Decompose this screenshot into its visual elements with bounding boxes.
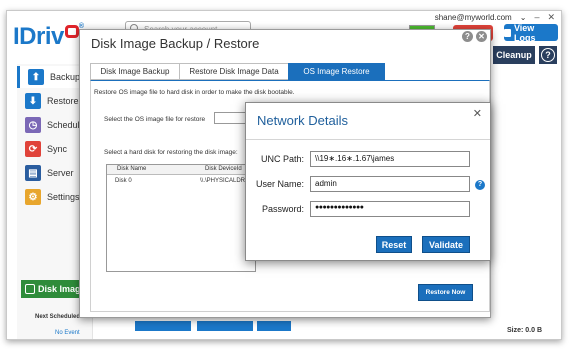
minimize-button[interactable]: – xyxy=(534,12,539,22)
no-event-link[interactable]: No Event xyxy=(55,330,80,336)
network-dialog-title: Network Details xyxy=(257,113,349,128)
account-email[interactable]: shane@myworld.com xyxy=(435,13,512,22)
idrive-logo: IDriv ® xyxy=(13,23,84,50)
disk-image-icon xyxy=(25,284,35,294)
lock-logo-icon xyxy=(64,25,79,38)
help-button[interactable]: ? xyxy=(539,46,557,64)
user-name-help-icon[interactable]: ? xyxy=(475,180,485,190)
disk-name-cell: Disk 0 xyxy=(115,178,132,184)
divider xyxy=(246,139,490,140)
user-name-label: User Name: xyxy=(255,179,304,189)
sidebar-item-label: Backup xyxy=(50,72,81,82)
network-dialog-close-icon[interactable]: ✕ xyxy=(473,107,482,120)
sidebar-item-label: Restore xyxy=(47,96,79,106)
password-label: Password: xyxy=(261,204,304,214)
cleanup-button[interactable]: Cleanup xyxy=(493,46,535,64)
document-icon xyxy=(504,28,511,37)
network-details-dialog: Network Details ✕ UNC Path: \\19∗.16∗.1.… xyxy=(245,102,491,261)
backup-icon: ⬆ xyxy=(28,69,44,85)
select-disk-label: Select a hard disk for restoring the dis… xyxy=(104,149,238,156)
restore-icon: ⬇ xyxy=(25,93,41,109)
os-restore-description: Restore OS image file to hard disk in or… xyxy=(94,89,295,96)
select-file-label: Select the OS image file for restore xyxy=(104,116,206,123)
tab-restore-disk-image-data[interactable]: Restore Disk Image Data xyxy=(179,63,289,80)
column-disk-name: Disk Name xyxy=(117,166,147,172)
table-row[interactable]: Disk 0 \\.\PHYSICALDRIV xyxy=(107,177,255,187)
dialog-close-button[interactable]: ✕ xyxy=(476,31,487,42)
unc-path-label: UNC Path: xyxy=(260,154,304,164)
help-icon: ? xyxy=(541,48,555,62)
tab-os-image-restore[interactable]: OS Image Restore xyxy=(288,63,385,80)
column-disk-deviceid: Disk DeviceId xyxy=(205,166,242,172)
sidebar-item-label: Sync xyxy=(47,144,68,154)
sync-icon: ⟳ xyxy=(25,141,41,157)
user-name-field[interactable]: admin xyxy=(310,176,470,192)
sidebar-item-label: Server xyxy=(47,168,74,178)
tab-disk-image-backup[interactable]: Disk Image Backup xyxy=(90,63,180,80)
password-field[interactable]: ●●●●●●●●●●●●● xyxy=(310,201,470,217)
size-label: Size: 0.0 B xyxy=(507,327,543,334)
disk-table: Disk Name Disk DeviceId Disk 0 \\.\PHYSI… xyxy=(106,164,256,272)
dialog-help-button[interactable]: ? xyxy=(462,31,473,42)
settings-icon: ⚙ xyxy=(25,189,41,205)
restore-now-button[interactable]: Restore Now xyxy=(418,284,473,301)
reset-button[interactable]: Reset xyxy=(376,236,412,253)
table-header: Disk Name Disk DeviceId xyxy=(107,165,255,175)
bottom-buttons-strip xyxy=(135,321,435,331)
view-logs-button[interactable]: View Logs xyxy=(504,23,558,43)
account-chevron-icon[interactable]: ⌄ xyxy=(520,13,527,22)
unc-path-field[interactable]: \\19∗.16∗.1.67\james xyxy=(310,151,470,167)
server-icon: ▤ xyxy=(25,165,41,181)
sidebar-item-label: Settings xyxy=(47,192,80,202)
tab-bar: Disk Image Backup Restore Disk Image Dat… xyxy=(90,63,385,80)
close-window-button[interactable]: ✕ xyxy=(547,12,555,23)
schedule-icon: ◷ xyxy=(25,117,41,133)
dialog-title: Disk Image Backup / Restore xyxy=(91,36,260,51)
title-strip: shane@myworld.com ⌄ – ✕ xyxy=(7,11,561,23)
validate-button[interactable]: Validate xyxy=(422,236,470,253)
